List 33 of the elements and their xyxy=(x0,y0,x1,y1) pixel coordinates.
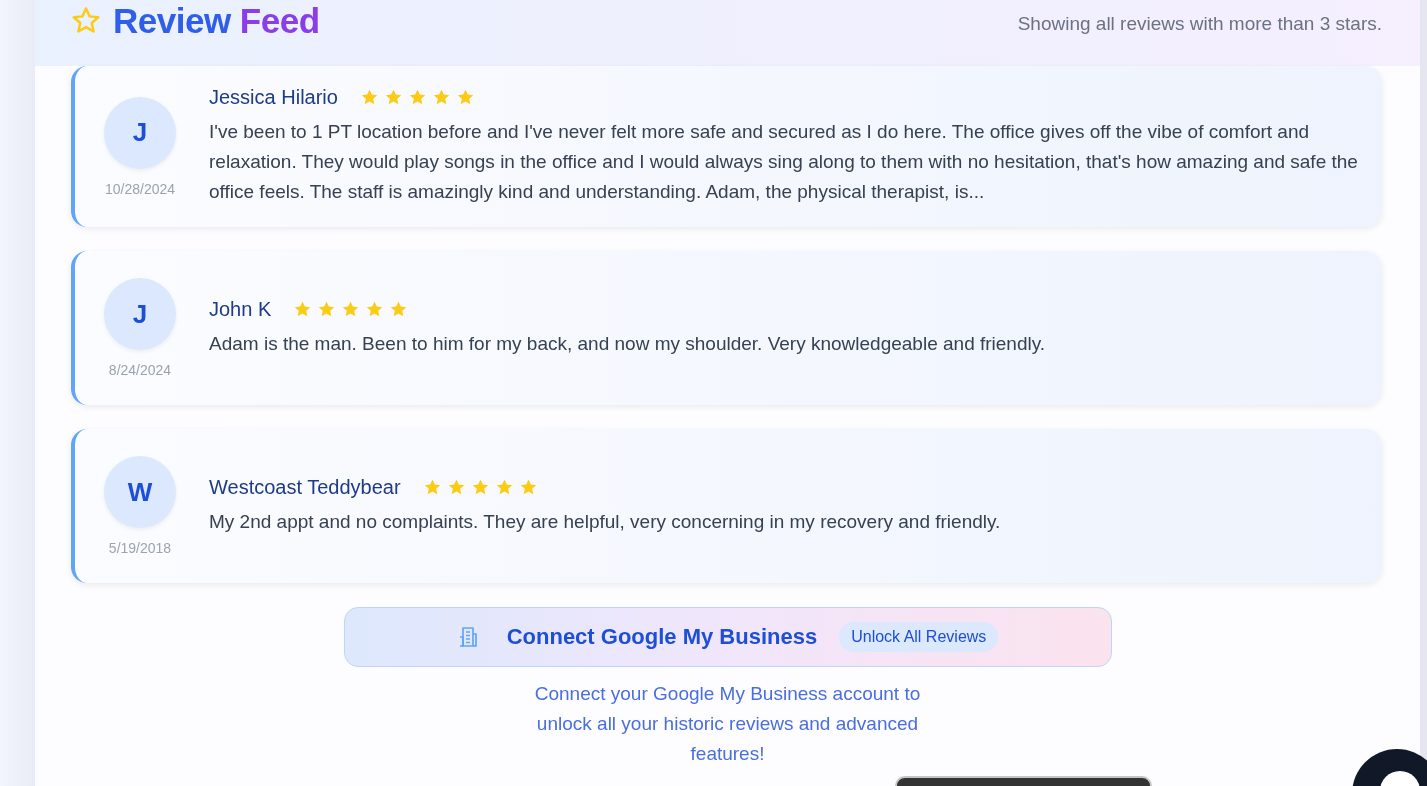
star-icon xyxy=(365,299,385,319)
avatar: W xyxy=(104,456,176,528)
reviewer-name: Jessica Hilario xyxy=(209,86,338,109)
star-icon xyxy=(446,477,466,497)
review-text: Adam is the man. Been to him for my back, and now my shoulder. Very knowledgeable and friendly. xyxy=(209,331,1047,356)
connect-description: Connect your Google My Business account to unlock all your historic reviews and advanced features! xyxy=(533,682,922,766)
star-icon xyxy=(317,299,337,319)
star-icon xyxy=(455,88,475,107)
review-date: 5/19/2018 xyxy=(108,540,172,556)
review-date: 10/28/2024 xyxy=(104,180,176,197)
star-icon xyxy=(518,477,538,497)
star-icon xyxy=(389,299,409,319)
filter-note: Showing all reviews with more than 3 stars. xyxy=(1017,13,1382,35)
avatar: J xyxy=(104,278,176,350)
reviewer-name: Westcoast Teddybear xyxy=(209,475,401,499)
review-date: 8/24/2024 xyxy=(108,362,172,378)
review-text: I've been to 1 PT location before and I've never felt more safe and secured as I do here. The office gives off the vibe of comfort and relaxation. They would play songs in the office and I would always sing along to them with no hesitation, that's how amazing and safe the office feels. The staff is amazingly kind and understanding. Adam, the physical therapist, is... xyxy=(209,120,1358,204)
unlock-badge: Unlock All Reviews xyxy=(839,622,999,652)
star-icon xyxy=(431,88,451,107)
review-text: My 2nd appt and no complaints. They are helpful, very concerning in my recovery and friendly. xyxy=(209,509,1002,534)
star-icon xyxy=(470,477,490,497)
star-icon xyxy=(341,299,361,319)
star-icon xyxy=(293,299,313,319)
star-icon xyxy=(71,6,101,36)
connect-button[interactable]: Connect Google My Business Unlock All Reviews xyxy=(343,607,1112,667)
star-icon xyxy=(407,88,427,107)
page-title: Review Feed xyxy=(113,2,320,40)
star-icon xyxy=(359,88,379,107)
star-icon xyxy=(383,88,403,107)
star-icon xyxy=(494,477,514,497)
avatar: J xyxy=(104,96,176,169)
star-icon xyxy=(422,477,442,497)
reviewer-name: John K xyxy=(209,297,272,321)
